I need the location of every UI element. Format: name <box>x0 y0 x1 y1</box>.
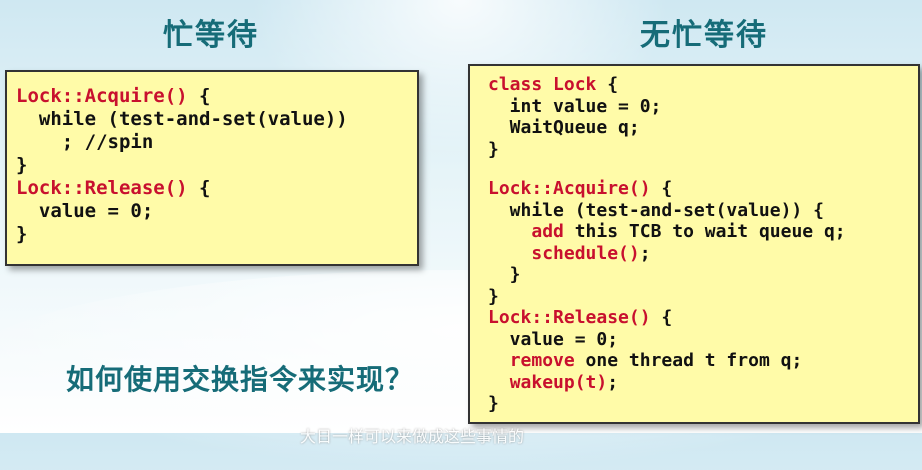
code-keyword: remove <box>509 350 575 371</box>
code-text: { <box>187 177 211 199</box>
code-text: ; <box>607 371 619 393</box>
code-line: schedule(); <box>488 243 846 265</box>
code-keyword: wakeup(t) <box>509 371 608 393</box>
code-line: } <box>16 154 348 177</box>
code-keyword: class Lock <box>488 74 597 95</box>
code-text: } <box>488 264 521 285</box>
code-line: while (test-and-set(value)) { <box>488 200 846 222</box>
code-line: Lock::Release() { <box>488 307 846 329</box>
code-line: value = 0; <box>488 329 846 351</box>
code-text: value = 0; <box>488 328 619 350</box>
code-text: { <box>650 307 673 328</box>
code-keyword: Lock::Acquire() <box>16 85 188 107</box>
non-busy-waiting-code-box: class Lock { int value = 0; WaitQueue q;… <box>468 64 920 424</box>
code-text: ; //spin <box>16 131 154 153</box>
code-line: } <box>488 264 846 286</box>
code-line: add this TCB to wait queue q; <box>488 221 846 243</box>
non-busy-waiting-heading: 无忙等待 <box>640 18 768 53</box>
code-text: this TCB to wait queue q; <box>563 221 846 242</box>
code-line: } <box>488 139 846 161</box>
code-line: Lock::Acquire() { <box>488 178 846 200</box>
code-text: { <box>650 178 673 199</box>
code-line: remove one thread t from q; <box>488 350 846 372</box>
code-line: WaitQueue q; <box>488 117 846 139</box>
code-line: class Lock { <box>488 74 846 96</box>
busy-waiting-heading: 忙等待 <box>163 18 259 53</box>
code-keyword: schedule() <box>531 242 640 264</box>
code-keyword: add <box>531 221 564 242</box>
code-line: while (test-and-set(value)) <box>16 108 348 131</box>
code-text: one thread t from q; <box>574 350 803 371</box>
code-keyword: Lock::Release() <box>16 177 188 199</box>
code-line: int value = 0; <box>488 96 846 118</box>
code-text: value = 0; <box>16 200 154 222</box>
code-text: WaitQueue q; <box>488 117 640 138</box>
code-line: } <box>16 223 348 246</box>
code-line: ; //spin <box>16 131 348 154</box>
code-text: { <box>596 74 619 95</box>
code-line: } <box>488 286 846 308</box>
code-text: } <box>16 154 28 176</box>
code-text: int value = 0; <box>488 95 662 117</box>
code-text: while (test-and-set(value)) <box>16 108 348 130</box>
code-text: } <box>488 138 499 160</box>
code-line: Lock::Acquire() { <box>16 85 348 108</box>
code-keyword: Lock::Release() <box>488 307 651 328</box>
code-line: } <box>488 393 846 415</box>
code-text: ; <box>639 242 651 264</box>
code-keyword: Lock::Acquire() <box>488 178 651 199</box>
video-subtitle: 大日一样可以来做成这些事情的 <box>300 427 525 446</box>
non-busy-waiting-code: class Lock { int value = 0; WaitQueue q;… <box>488 74 846 415</box>
code-line: wakeup(t); <box>488 372 846 394</box>
code-text: while (test-and-set(value)) { <box>488 199 824 221</box>
question-text: 如何使用交换指令来实现？ <box>66 363 415 396</box>
code-text: } <box>488 285 499 307</box>
code-text: } <box>16 223 28 245</box>
busy-waiting-code: Lock::Acquire() { while (test-and-set(va… <box>16 85 348 246</box>
code-text: } <box>488 393 499 414</box>
code-text: { <box>187 85 211 107</box>
busy-waiting-code-box: Lock::Acquire() { while (test-and-set(va… <box>5 70 419 266</box>
code-line: Lock::Release() { <box>16 177 348 200</box>
code-line: value = 0; <box>16 200 348 223</box>
